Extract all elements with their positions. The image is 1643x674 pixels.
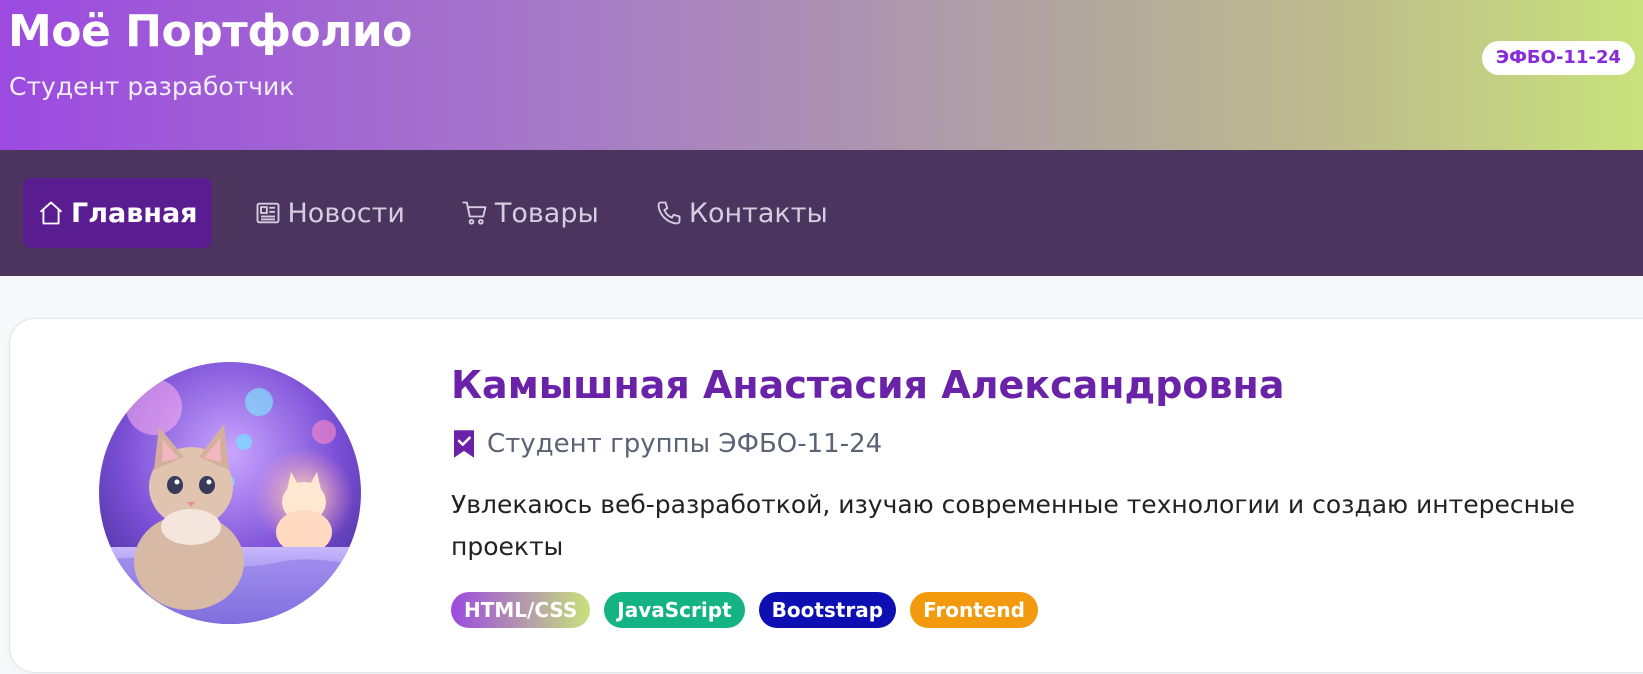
nav-item-news[interactable]: Новости	[240, 178, 419, 248]
nav-item-home[interactable]: Главная	[23, 178, 212, 248]
profile-group-text: Студент группы ЭФБО-11-24	[487, 429, 883, 459]
cat-avatar-image	[99, 362, 361, 624]
home-icon	[39, 201, 63, 225]
site-subtitle: Студент разработчик	[9, 72, 295, 101]
group-badge: ЭФБО-11-24	[1481, 41, 1635, 75]
tag-frontend: Frontend	[910, 592, 1038, 628]
site-title: Моё Портфолио	[8, 6, 412, 57]
tag-bootstrap: Bootstrap	[758, 592, 897, 628]
nav-item-label: Новости	[287, 197, 405, 229]
tag-html-css: HTML/CSS	[451, 592, 591, 628]
skill-tags: HTML/CSS JavaScript Bootstrap Frontend	[451, 592, 1052, 628]
page-header: Моё Портфолио Студент разработчик ЭФБО-1…	[0, 0, 1643, 150]
profile-avatar	[99, 362, 361, 624]
profile-group: Студент группы ЭФБО-11-24	[451, 429, 882, 459]
cart-icon	[462, 201, 487, 225]
nav-item-products[interactable]: Товары	[447, 178, 613, 248]
bookmark-check-icon	[454, 430, 474, 458]
nav-item-label: Товары	[494, 197, 599, 229]
nav-item-label: Контакты	[688, 197, 828, 229]
profile-bio: Увлекаюсь веб-разработкой, изучаю соврем…	[451, 490, 1576, 561]
nav-item-label: Главная	[71, 197, 198, 229]
nav-item-contacts[interactable]: Контакты	[641, 178, 842, 248]
newspaper-icon	[256, 202, 279, 224]
profile-name: Камышная Анастасия Александровна	[451, 363, 1285, 407]
main-nav: Главная Новости Товары Контакты	[0, 150, 1643, 276]
phone-icon	[657, 201, 681, 225]
profile-card: Камышная Анастасия Александровна Студент…	[9, 318, 1643, 673]
tag-javascript: JavaScript	[604, 592, 745, 628]
